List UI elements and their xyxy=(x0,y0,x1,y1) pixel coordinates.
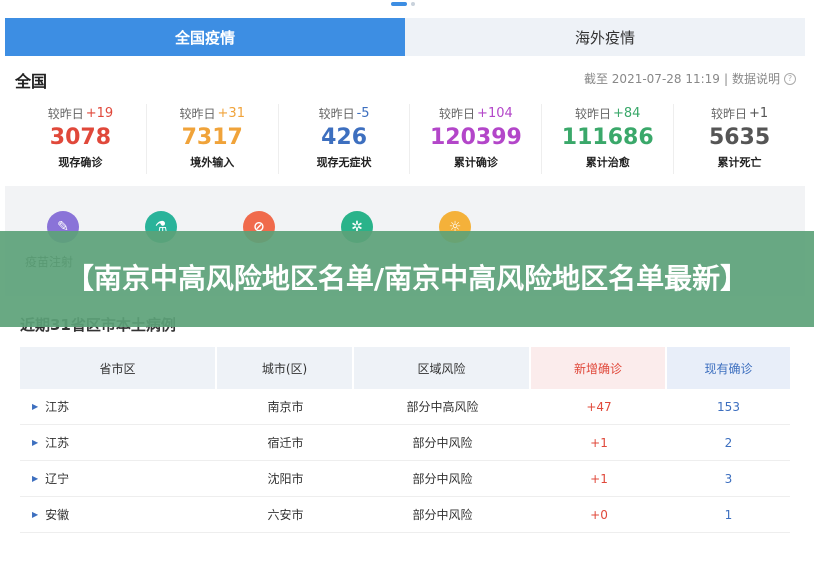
stat-delta-label: 较昨日 xyxy=(179,106,216,121)
carousel-indicator[interactable] xyxy=(391,2,415,6)
stat-value: 7317 xyxy=(181,125,243,150)
province-name: 江苏 xyxy=(45,400,70,414)
stat-delta-label: 较昨日 xyxy=(710,106,747,121)
stat-label: 现存无症状 xyxy=(316,156,372,169)
cell-city: 南京市 xyxy=(267,400,304,414)
carousel-dot-active[interactable] xyxy=(391,2,407,6)
stat-item: 较昨日 +31 7317 境外输入 xyxy=(147,104,279,174)
stat-value: 426 xyxy=(321,125,368,150)
header-current-cases[interactable]: 现有确诊 xyxy=(667,347,790,389)
stat-item: 较昨日 +104 120399 累计确诊 xyxy=(410,104,543,174)
national-title: 全国 xyxy=(15,72,48,91)
stat-delta-value: +84 xyxy=(613,105,641,121)
banner-text: 【南京中高风险地区名单/南京中高风险地区名单最新】 xyxy=(65,262,749,295)
stat-delta-value: +31 xyxy=(217,105,245,121)
cell-current-cases: 1 xyxy=(724,507,733,522)
stats-row: 较昨日 +19 3078 现存确诊 较昨日 +31 7317 境外输入 较昨日 -5 426 现存无症… xyxy=(15,104,805,174)
expand-caret-icon[interactable]: ▶ xyxy=(32,438,38,447)
province-name: 辽宁 xyxy=(45,472,70,486)
province-name: 安徽 xyxy=(45,508,70,522)
stat-delta: 较昨日 +84 xyxy=(575,104,640,122)
cases-table: 省市区 城市(区) 区域风险 新增确诊 现有确诊 ▶ 江苏 南京市 部分中高风险 +47… xyxy=(20,347,790,533)
stat-delta: 较昨日 -5 xyxy=(319,104,370,122)
table-row[interactable]: ▶ 安徽 六安市 部分中风险 +0 1 xyxy=(20,497,790,533)
data-info-link[interactable]: 数据说明 xyxy=(732,70,780,87)
table-row[interactable]: ▶ 辽宁 沈阳市 部分中风险 +1 3 xyxy=(20,461,790,497)
update-timestamp: 截至 2021-07-28 11:19 | 数据说明 ? xyxy=(584,70,796,87)
stat-item: 较昨日 +19 3078 现存确诊 xyxy=(15,104,147,174)
stat-item: 较昨日 -5 426 现存无症状 xyxy=(279,104,411,174)
help-icon[interactable]: ? xyxy=(784,72,796,85)
cell-province[interactable]: ▶ 江苏 xyxy=(20,425,217,460)
cell-current-cases: 153 xyxy=(717,399,740,414)
article-title-banner: 【南京中高风险地区名单/南京中高风险地区名单最新】 xyxy=(0,231,814,327)
separator: | xyxy=(723,71,728,86)
province-name: 江苏 xyxy=(45,436,70,450)
cell-city: 宿迁市 xyxy=(267,436,304,450)
carousel-dot[interactable] xyxy=(411,2,415,6)
stat-delta: 较昨日 +31 xyxy=(180,104,245,122)
cell-current-cases: 2 xyxy=(724,435,733,450)
cell-province[interactable]: ▶ 辽宁 xyxy=(20,461,217,496)
stat-item: 较昨日 +1 5635 累计死亡 xyxy=(674,104,805,174)
stat-label: 累计确诊 xyxy=(453,156,498,169)
cell-city: 六安市 xyxy=(267,508,304,522)
stat-delta-label: 较昨日 xyxy=(318,106,355,121)
stat-label: 现存确诊 xyxy=(58,156,103,169)
table-row[interactable]: ▶ 江苏 南京市 部分中高风险 +47 153 xyxy=(20,389,790,425)
cell-risk: 部分中高风险 xyxy=(406,400,479,414)
cell-current-cases: 3 xyxy=(724,471,733,486)
tab-national[interactable]: 全国疫情 xyxy=(5,18,405,56)
cell-city: 沈阳市 xyxy=(267,472,304,486)
cell-new-cases: +0 xyxy=(590,507,608,522)
cell-new-cases: +1 xyxy=(590,435,608,450)
table-body: ▶ 江苏 南京市 部分中高风险 +47 153 ▶ 江苏 宿迁市 部分中风险 +1 2 ▶ 辽宁 沈阳市 部分… xyxy=(20,389,790,533)
stat-label: 累计死亡 xyxy=(717,156,762,169)
cell-risk: 部分中风险 xyxy=(412,508,473,522)
page-root: 全国疫情 海外疫情 全国 截至 2021-07-28 11:19 | 数据说明 … xyxy=(0,0,814,566)
header-city[interactable]: 城市(区) xyxy=(217,347,354,389)
expand-caret-icon[interactable]: ▶ xyxy=(32,474,38,483)
stat-delta-label: 较昨日 xyxy=(575,106,612,121)
stat-label: 境外输入 xyxy=(190,156,235,169)
stat-delta: 较昨日 +1 xyxy=(711,104,768,122)
stat-value: 5635 xyxy=(708,125,771,150)
cell-risk: 部分中风险 xyxy=(412,436,473,450)
stat-item: 较昨日 +84 111686 累计治愈 xyxy=(542,104,675,174)
expand-caret-icon[interactable]: ▶ xyxy=(32,510,38,519)
cell-province[interactable]: ▶ 安徽 xyxy=(20,497,217,532)
stat-delta-value: +19 xyxy=(85,105,114,121)
table-row[interactable]: ▶ 江苏 宿迁市 部分中风险 +1 2 xyxy=(20,425,790,461)
cell-new-cases: +47 xyxy=(586,399,612,414)
stat-value: 3078 xyxy=(49,125,112,150)
stat-delta-value: +104 xyxy=(477,105,513,121)
table-header: 省市区 城市(区) 区域风险 新增确诊 现有确诊 xyxy=(20,347,790,389)
timestamp-text: 截至 2021-07-28 11:19 xyxy=(583,72,720,86)
header-province[interactable]: 省市区 xyxy=(20,347,217,389)
stat-delta-value: -5 xyxy=(356,105,370,121)
stat-value: 120399 xyxy=(429,125,522,150)
expand-caret-icon[interactable]: ▶ xyxy=(32,402,38,411)
stat-delta: 较昨日 +104 xyxy=(439,104,513,122)
stat-delta-label: 较昨日 xyxy=(47,106,84,121)
cell-new-cases: +1 xyxy=(590,471,608,486)
stat-label: 累计治愈 xyxy=(585,156,630,169)
stat-value: 111686 xyxy=(561,125,654,150)
region-tabs: 全国疫情 海外疫情 xyxy=(5,18,805,56)
tab-overseas[interactable]: 海外疫情 xyxy=(405,18,805,56)
cell-risk: 部分中风险 xyxy=(412,472,473,486)
header-risk[interactable]: 区域风险 xyxy=(354,347,531,389)
header-new-cases[interactable]: 新增确诊 xyxy=(531,347,667,389)
stat-delta-label: 较昨日 xyxy=(439,106,476,121)
cell-province[interactable]: ▶ 江苏 xyxy=(20,389,217,424)
stat-delta-value: +1 xyxy=(748,105,769,121)
stat-delta: 较昨日 +19 xyxy=(48,104,113,122)
